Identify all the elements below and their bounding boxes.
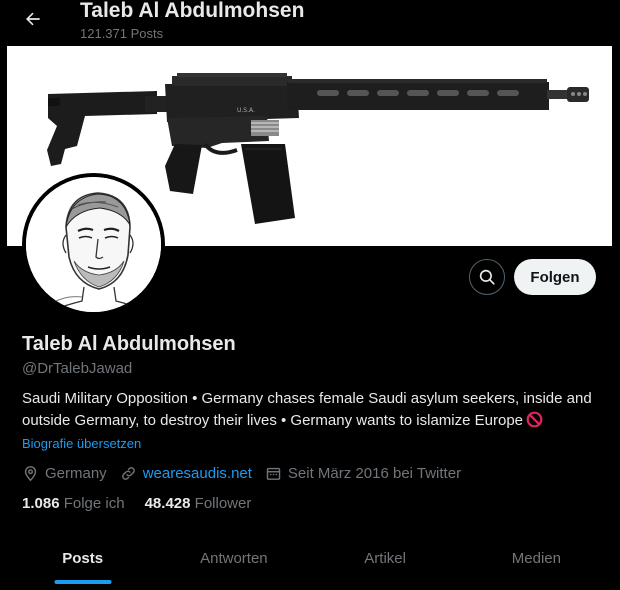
followers-count: 48.428 <box>144 495 191 512</box>
search-icon <box>479 269 495 285</box>
user-handle: @DrTalebJawad <box>22 360 133 377</box>
website-link[interactable]: wearesaudis.net <box>143 465 252 482</box>
arrow-left-icon <box>26 12 40 26</box>
joined-item: Seit März 2016 bei Twitter <box>265 465 461 482</box>
profile-bio: Saudi Military Opposition • Germany chas… <box>22 388 602 432</box>
location-text: Germany <box>45 464 107 482</box>
tab-label: Antworten <box>200 550 268 567</box>
avatar-portrait-image <box>26 177 161 312</box>
location-item: Germany <box>22 465 107 482</box>
bio-text: Saudi Military Opposition • Germany chas… <box>22 390 592 429</box>
follow-stats: 1.086 Folge ich 48.428 Follower <box>22 495 271 512</box>
translate-bio-link[interactable]: Biografie übersetzen <box>22 436 141 451</box>
tab-label: Medien <box>511 550 561 567</box>
follow-button[interactable]: Folgen <box>514 259 596 295</box>
tab-articles[interactable]: Artikel <box>310 533 461 590</box>
svg-text:U.S.A.: U.S.A. <box>237 107 255 114</box>
following-stat[interactable]: 1.086 Folge ich <box>22 495 125 512</box>
post-count: 121.371 Posts <box>80 26 164 41</box>
tab-label: Artikel <box>364 550 406 567</box>
joined-text: Seit März 2016 bei Twitter <box>287 464 462 482</box>
calendar-icon <box>266 467 281 480</box>
website-item: wearesaudis.net <box>120 465 252 482</box>
profile-meta: Germany wearesaudis.net Seit März 2016 b… <box>22 462 474 484</box>
following-label: Folge ich <box>63 495 125 512</box>
header-title: Taleb Al Abdulmohsen <box>80 0 305 22</box>
search-profile-button[interactable] <box>469 259 505 295</box>
back-button[interactable] <box>20 6 46 32</box>
profile-avatar[interactable] <box>22 173 165 316</box>
left-frame <box>0 0 7 590</box>
active-tab-indicator <box>54 580 112 584</box>
location-pin-icon <box>24 465 37 481</box>
following-count: 1.086 <box>22 495 60 512</box>
display-name: Taleb Al Abdulmohsen <box>22 333 236 355</box>
link-icon <box>121 466 135 480</box>
tab-label: Posts <box>62 550 104 567</box>
followers-label: Follower <box>194 495 252 512</box>
tab-media[interactable]: Medien <box>461 533 612 590</box>
profile-header: Taleb Al Abdulmohsen 121.371 Posts <box>0 0 620 46</box>
tab-replies[interactable]: Antworten <box>158 533 309 590</box>
tab-posts[interactable]: Posts <box>7 533 158 590</box>
no-entry-emoji-icon <box>526 411 543 428</box>
profile-tabs: Posts Antworten Artikel Medien <box>7 533 612 590</box>
right-frame <box>612 0 620 590</box>
followers-stat[interactable]: 48.428 Follower <box>145 495 252 512</box>
